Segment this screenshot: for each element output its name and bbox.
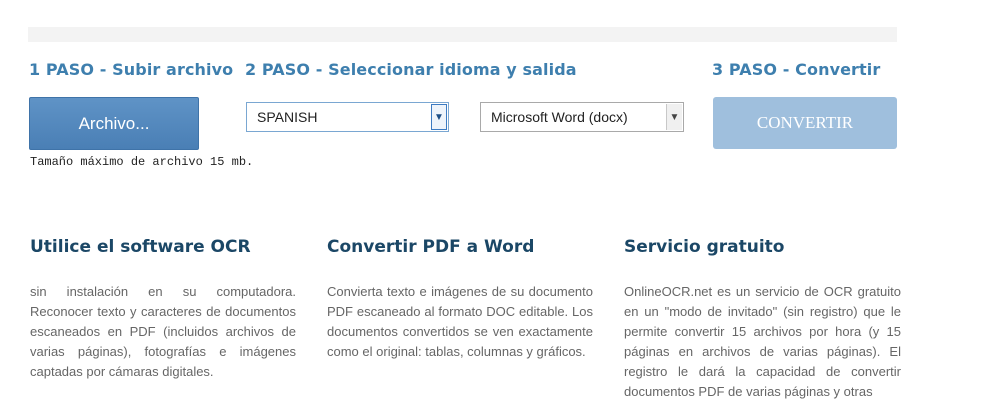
language-select-value: SPANISH (257, 109, 318, 125)
feature-title: Servicio gratuito (624, 237, 785, 257)
feature-text: OnlineOCR.net es un servicio de OCR grat… (624, 284, 901, 399)
language-select[interactable]: SPANISH ▼ (246, 102, 449, 132)
feature-text: sin instalación en su computadora. Recon… (30, 284, 296, 379)
max-file-size-note: Tamaño máximo de archivo 15 mb. (30, 155, 254, 169)
step-3-heading: 3 PASO - Convertir (712, 60, 881, 79)
feature-column-ocr: Utilice el software OCR sin instalación … (30, 237, 296, 382)
feature-column-free-service: Servicio gratuito OnlineOCR.net es un se… (624, 237, 901, 402)
upload-file-button[interactable]: Archivo... (29, 97, 199, 150)
output-format-select[interactable]: Microsoft Word (docx) ▼ (480, 102, 684, 132)
top-banner-bar (28, 27, 897, 42)
chevron-down-icon[interactable]: ▼ (431, 104, 447, 130)
feature-column-pdf-to-word: Convertir PDF a Word Convierta texto e i… (327, 237, 593, 362)
step-1-heading: 1 PASO - Subir archivo (29, 60, 234, 79)
feature-title: Utilice el software OCR (30, 237, 251, 257)
feature-title: Convertir PDF a Word (327, 237, 535, 257)
feature-text: Convierta texto e imágenes de su documen… (327, 284, 593, 359)
convert-button[interactable]: CONVERTIR (713, 97, 897, 149)
output-format-select-value: Microsoft Word (docx) (491, 109, 628, 125)
chevron-down-icon[interactable]: ▼ (666, 104, 682, 130)
step-2-heading: 2 PASO - Seleccionar idioma y salida (245, 60, 577, 79)
